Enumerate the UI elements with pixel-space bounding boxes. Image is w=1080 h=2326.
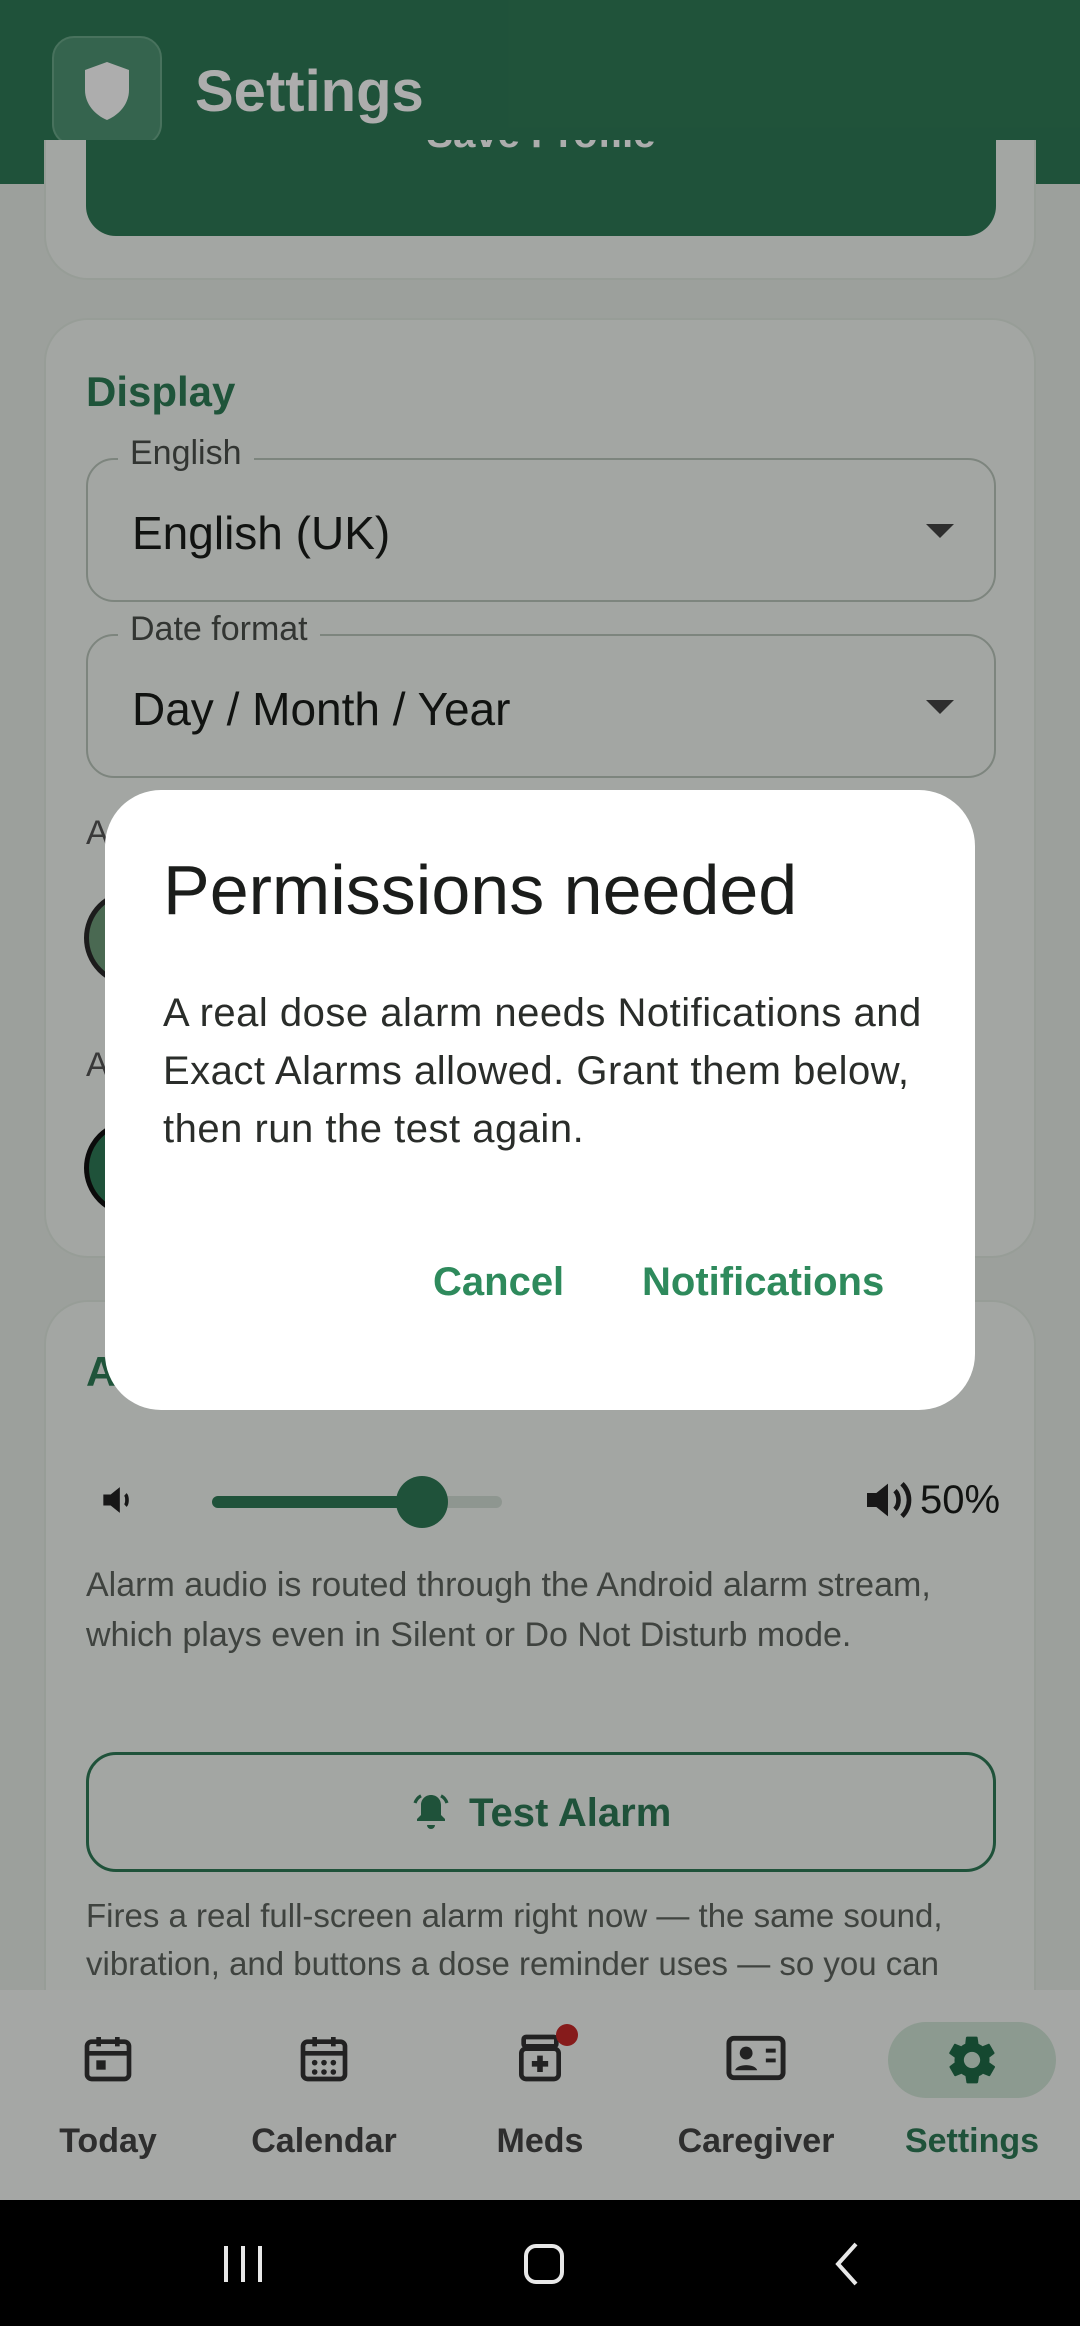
cancel-button[interactable]: Cancel [433, 1260, 564, 1305]
dialog-title: Permissions needed [163, 851, 798, 929]
dialog-body: A real dose alarm needs Notifications an… [163, 991, 922, 1151]
home-icon[interactable] [522, 2242, 566, 2286]
back-icon[interactable] [828, 2240, 868, 2288]
permissions-dialog: Permissions needed A real dose alarm nee… [105, 790, 975, 1410]
recent-apps-icon[interactable] [218, 2242, 268, 2286]
notifications-button[interactable]: Notifications [642, 1260, 884, 1305]
system-navigation-bar [0, 2200, 1080, 2326]
